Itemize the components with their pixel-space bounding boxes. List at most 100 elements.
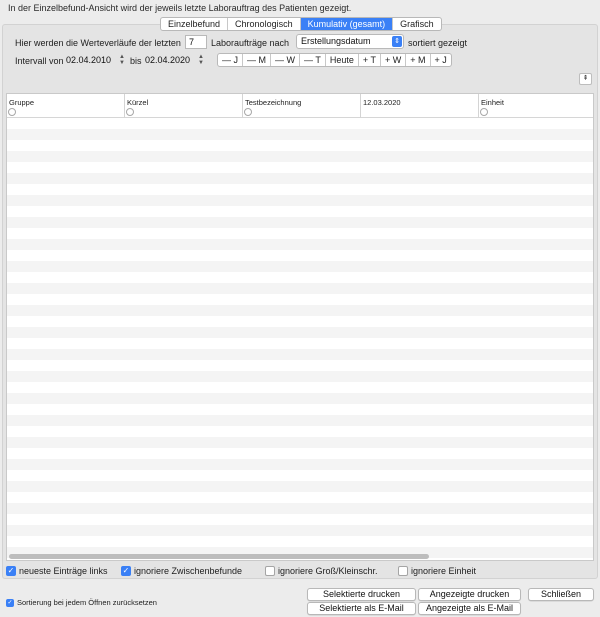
date-shift-button[interactable]: — J	[218, 54, 244, 66]
date-shift-button[interactable]: — T	[300, 54, 326, 66]
date-shift-button[interactable]: Heute	[326, 54, 359, 66]
checkbox-icon[interactable]	[398, 566, 408, 576]
filter-suffix-label: sortiert gezeigt	[408, 38, 468, 48]
collapse-icon[interactable]: ⇞	[579, 73, 592, 85]
table-row[interactable]	[7, 239, 593, 250]
table-row[interactable]	[7, 250, 593, 261]
column-select-radio[interactable]	[480, 108, 488, 116]
table-row[interactable]	[7, 327, 593, 338]
checkbox-icon[interactable]: ✓	[121, 566, 131, 576]
column-label: 12.03.2020	[363, 98, 401, 107]
checkbox-icon[interactable]: ✓	[6, 566, 16, 576]
column-header-einheit[interactable]: Einheit	[479, 94, 593, 118]
interval-to-stepper[interactable]: ▲ ▼	[198, 54, 204, 66]
tab-grafisch[interactable]: Grafisch	[393, 18, 441, 30]
column-header-gruppe[interactable]: Gruppe	[7, 94, 125, 118]
table-row[interactable]	[7, 459, 593, 470]
column-select-radio[interactable]	[126, 108, 134, 116]
interval-from-stepper[interactable]: ▲ ▼	[119, 54, 125, 66]
table-row[interactable]	[7, 503, 593, 514]
table-row[interactable]	[7, 217, 593, 228]
option-newest-left[interactable]: ✓ neueste Einträge links	[6, 566, 108, 576]
table-row[interactable]	[7, 437, 593, 448]
table-row[interactable]	[7, 316, 593, 327]
table-row[interactable]	[7, 470, 593, 481]
table-row[interactable]	[7, 151, 593, 162]
checkbox-icon[interactable]	[265, 566, 275, 576]
table-row[interactable]	[7, 294, 593, 305]
column-select-radio[interactable]	[8, 108, 16, 116]
table-body[interactable]	[7, 118, 593, 560]
tab-chronologisch[interactable]: Chronologisch	[228, 18, 301, 30]
table-row[interactable]	[7, 382, 593, 393]
date-shift-button[interactable]: + M	[406, 54, 431, 66]
filter-prefix-label: Hier werden die Werteverläufe der letzte…	[15, 38, 181, 48]
table-row[interactable]	[7, 228, 593, 239]
column-header-kuerzel[interactable]: Kürzel	[125, 94, 243, 118]
table-row[interactable]	[7, 261, 593, 272]
print-shown-button[interactable]: Angezeigte drucken	[418, 588, 521, 601]
table-row[interactable]	[7, 118, 593, 129]
table-row[interactable]	[7, 305, 593, 316]
table-row[interactable]	[7, 525, 593, 536]
email-selected-button[interactable]: Selektierte als E-Mail	[307, 602, 416, 615]
table-row[interactable]	[7, 272, 593, 283]
column-label: Testbezeichnung	[245, 98, 302, 107]
column-header-date[interactable]: 12.03.2020	[361, 94, 479, 118]
column-label: Gruppe	[9, 98, 35, 107]
checkbox-icon[interactable]: ✓	[6, 598, 14, 607]
chevron-updown-icon: ⇕	[392, 36, 402, 47]
view-tabs: Einzelbefund Chronologisch Kumulativ (gesa…	[160, 17, 442, 31]
table-row[interactable]	[7, 283, 593, 294]
interval-to-field[interactable]: 02.04.2020	[145, 53, 197, 67]
column-label: Kürzel	[127, 98, 149, 107]
date-shift-buttons: — J — M — W — T Heute + T + W + M + J	[217, 53, 452, 67]
option-label: ignoriere Einheit	[411, 566, 477, 576]
table-row[interactable]	[7, 393, 593, 404]
table-row[interactable]	[7, 184, 593, 195]
table-row[interactable]	[7, 195, 593, 206]
option-ignore-case[interactable]: ignoriere Groß/Kleinschr.	[265, 566, 378, 576]
date-shift-button[interactable]: + J	[431, 54, 451, 66]
table-row[interactable]	[7, 448, 593, 459]
table-row[interactable]	[7, 426, 593, 437]
lab-results-table[interactable]: Gruppe Kürzel Testbezeichnung 12.03.2020…	[6, 93, 594, 561]
sort-field-select[interactable]: Erstellungsdatum ⇕	[296, 34, 404, 49]
date-shift-button[interactable]: — M	[243, 54, 272, 66]
table-row[interactable]	[7, 162, 593, 173]
table-row[interactable]	[7, 415, 593, 426]
option-ignore-unit[interactable]: ignoriere Einheit	[398, 566, 476, 576]
option-label: neueste Einträge links	[19, 566, 108, 576]
option-ignore-intermediate[interactable]: ✓ ignoriere Zwischenbefunde	[121, 566, 242, 576]
table-row[interactable]	[7, 481, 593, 492]
option-label: ignoriere Zwischenbefunde	[134, 566, 243, 576]
column-select-radio[interactable]	[244, 108, 252, 116]
date-shift-button[interactable]: — W	[271, 54, 301, 66]
table-row[interactable]	[7, 492, 593, 503]
table-row[interactable]	[7, 338, 593, 349]
date-shift-button[interactable]: + T	[359, 54, 381, 66]
table-row[interactable]	[7, 514, 593, 525]
horizontal-scrollbar[interactable]	[9, 554, 429, 559]
column-header-testbezeichnung[interactable]: Testbezeichnung	[243, 94, 361, 118]
table-row[interactable]	[7, 404, 593, 415]
table-row[interactable]	[7, 140, 593, 151]
table-row[interactable]	[7, 173, 593, 184]
table-row[interactable]	[7, 371, 593, 382]
table-header: Gruppe Kürzel Testbezeichnung 12.03.2020…	[7, 94, 593, 118]
column-label: Einheit	[481, 98, 504, 107]
print-selected-button[interactable]: Selektierte drucken	[307, 588, 416, 601]
order-count-field[interactable]: 7	[185, 35, 207, 49]
table-row[interactable]	[7, 349, 593, 360]
interval-from-field[interactable]: 02.04.2010	[66, 53, 118, 67]
table-row[interactable]	[7, 129, 593, 140]
table-row[interactable]	[7, 206, 593, 217]
table-row[interactable]	[7, 536, 593, 547]
tab-kumulativ-gesamt[interactable]: Kumulativ (gesamt)	[300, 18, 394, 30]
tab-einzelbefund[interactable]: Einzelbefund	[161, 18, 229, 30]
close-button[interactable]: Schließen	[528, 588, 594, 601]
date-shift-button[interactable]: + W	[381, 54, 407, 66]
email-shown-button[interactable]: Angezeigte als E-Mail	[418, 602, 521, 615]
table-row[interactable]	[7, 360, 593, 371]
option-reset-sort[interactable]: ✓ Sortierung bei jedem Öffnen zurücksetz…	[6, 598, 157, 607]
